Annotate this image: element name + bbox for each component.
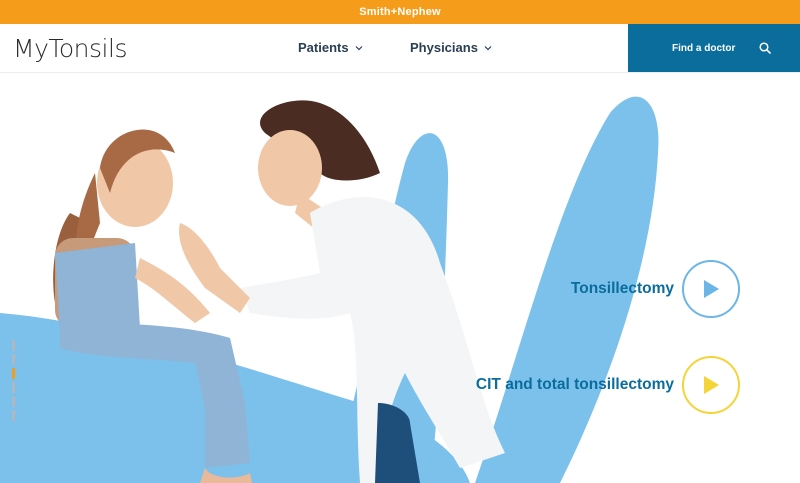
chevron-down-icon bbox=[484, 45, 492, 50]
slide-dot[interactable] bbox=[12, 354, 15, 365]
hero-section: Tonsillectomy CIT and total tonsillectom… bbox=[0, 73, 800, 483]
cit-video-link[interactable]: CIT and total tonsillectomy bbox=[476, 356, 740, 414]
play-button[interactable] bbox=[682, 260, 740, 318]
slide-dot[interactable] bbox=[12, 396, 15, 407]
site-logo[interactable]: MyTonsils bbox=[13, 34, 127, 63]
brand-bar: Smith+Nephew bbox=[0, 0, 800, 24]
slide-dot[interactable] bbox=[12, 410, 15, 421]
slide-dot[interactable] bbox=[12, 340, 15, 351]
brand-logo[interactable]: Smith+Nephew bbox=[359, 6, 441, 18]
slide-dot-active[interactable] bbox=[12, 368, 15, 379]
cta-label: CIT and total tonsillectomy bbox=[475, 376, 674, 393]
search-icon bbox=[759, 42, 772, 54]
nav-item-label: Patients bbox=[298, 40, 349, 55]
nav-item-patients[interactable]: Patients bbox=[298, 40, 363, 55]
main-nav: MyTonsils Patients Physicians Find a doc… bbox=[0, 24, 800, 73]
cta-label: Tonsillectomy bbox=[570, 280, 674, 297]
slide-dot[interactable] bbox=[12, 382, 15, 393]
tonsillectomy-video-link[interactable]: Tonsillectomy bbox=[571, 260, 740, 318]
chevron-down-icon bbox=[355, 45, 363, 50]
nav-item-label: Physicians bbox=[410, 40, 478, 55]
play-icon bbox=[704, 376, 719, 394]
play-icon bbox=[704, 280, 719, 298]
find-doctor-button[interactable]: Find a doctor bbox=[628, 24, 800, 72]
play-button[interactable] bbox=[682, 356, 740, 414]
find-doctor-label: Find a doctor bbox=[672, 42, 736, 54]
nav-item-physicians[interactable]: Physicians bbox=[410, 40, 492, 55]
slide-pager bbox=[12, 340, 15, 421]
